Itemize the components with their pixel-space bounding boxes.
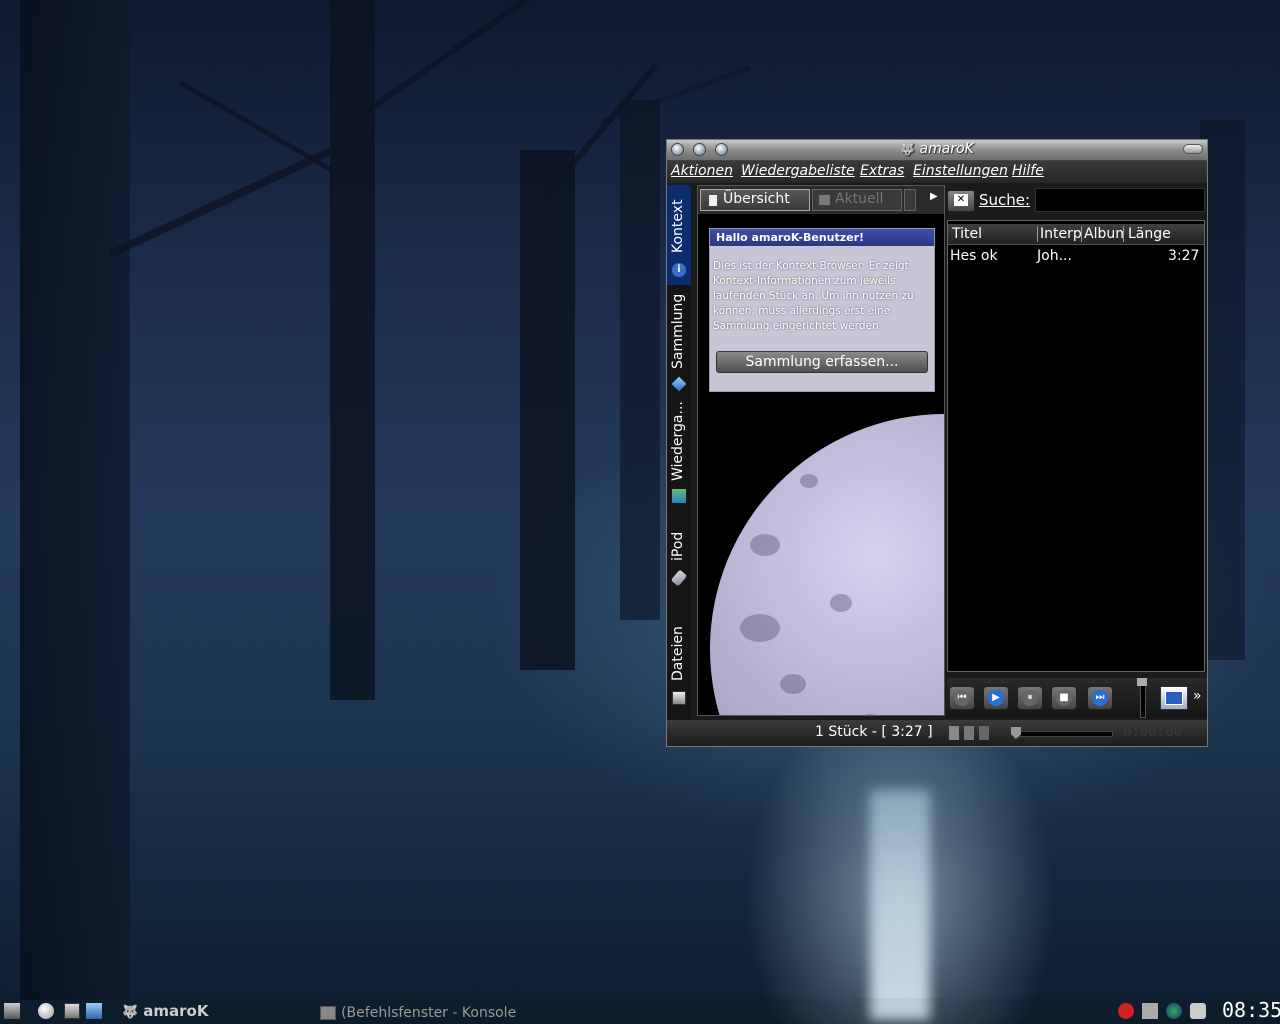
sidetab-label: Kontext bbox=[670, 199, 686, 253]
menu-extras[interactable]: Extras bbox=[860, 163, 904, 179]
collect-collection-button[interactable]: Sammlung erfassen... bbox=[716, 351, 928, 373]
next-button[interactable]: ⏭ bbox=[1087, 686, 1113, 710]
alert-icon[interactable] bbox=[1118, 1003, 1134, 1019]
menu-aktionen[interactable]: Aktionen bbox=[671, 163, 733, 179]
position-slider[interactable] bbox=[1011, 727, 1113, 739]
time-display[interactable]: 0:00:00 bbox=[1123, 724, 1182, 740]
files-icon bbox=[672, 691, 686, 705]
pause-button[interactable]: ⏸ bbox=[1017, 686, 1043, 710]
row-title: Hes ok bbox=[950, 248, 998, 264]
sidetab-wiedergabeliste[interactable]: Wiederga... bbox=[667, 401, 691, 511]
sidetab-dateien[interactable]: Dateien bbox=[667, 619, 691, 719]
network-icon[interactable] bbox=[86, 1003, 102, 1019]
amarok-tray-icon[interactable] bbox=[1190, 1003, 1206, 1019]
playlist-header: Titel Interp Album Länge bbox=[948, 224, 1204, 245]
search-input[interactable] bbox=[1035, 188, 1205, 212]
globe-icon[interactable] bbox=[38, 1003, 54, 1019]
sidetab-ipod[interactable]: iPod bbox=[667, 515, 691, 615]
menu-hilfe[interactable]: Hilfe bbox=[1012, 163, 1044, 179]
welcome-text: Dies ist der Kontext-Browser: Er zeigt K… bbox=[713, 260, 914, 332]
current-track-icon bbox=[819, 195, 830, 205]
column-artist[interactable]: Interp bbox=[1040, 226, 1082, 242]
sidetab-label: Dateien bbox=[670, 626, 686, 681]
sidetab-label: Wiederga... bbox=[670, 401, 686, 481]
volume-slider[interactable] bbox=[1137, 678, 1147, 718]
amarok-wolf-icon: 🐺 bbox=[122, 1005, 139, 1020]
playlist-folder-icon bbox=[672, 489, 686, 503]
next-icon: ⏭ bbox=[1092, 690, 1108, 706]
volume-handle[interactable] bbox=[1137, 678, 1147, 686]
info-icon: i bbox=[672, 263, 686, 277]
sidetab-sammlung[interactable]: Sammlung bbox=[667, 289, 691, 397]
playlist[interactable]: Titel Interp Album Länge Hes ok Joh... 3… bbox=[947, 220, 1205, 672]
title-bar[interactable]: 🐺 amaroK bbox=[667, 140, 1207, 161]
menu-wiedergabeliste[interactable]: Wiedergabeliste bbox=[741, 163, 855, 179]
context-browser: Übersicht Aktuell ▶ Hallo amaroK-Benutze… bbox=[697, 185, 945, 716]
welcome-box: Hallo amaroK-Benutzer! Dies ist der Kont… bbox=[709, 228, 935, 392]
window-icon bbox=[1165, 691, 1183, 705]
konsole-icon bbox=[320, 1005, 336, 1020]
document-icon bbox=[709, 195, 717, 206]
sidetab-label: Sammlung bbox=[670, 293, 686, 369]
menu-einstellungen[interactable]: Einstellungen bbox=[913, 163, 1008, 179]
menu-bar: Aktionen Wiedergabeliste Extras Einstell… bbox=[667, 161, 1207, 183]
player-controls: ⏮ ▶ ⏸ ■ ⏭ » bbox=[947, 678, 1207, 718]
sidetab-kontext[interactable]: Kontext i bbox=[667, 185, 691, 285]
taskbar-item-amarok[interactable]: 🐺 amaroK bbox=[122, 1001, 208, 1021]
clear-icon: ✕ bbox=[954, 194, 968, 206]
amarok-wolf-icon: 🐺 bbox=[900, 142, 916, 156]
tracks-status: 1 Stück - [ 3:27 ] bbox=[815, 724, 933, 740]
window-title: 🐺 amaroK bbox=[900, 141, 974, 157]
column-length[interactable]: Länge bbox=[1128, 226, 1202, 242]
window-shade-button[interactable] bbox=[1183, 144, 1203, 154]
play-button[interactable]: ▶ bbox=[983, 686, 1009, 710]
status-icons bbox=[949, 726, 993, 740]
previous-icon: ⏮ bbox=[954, 690, 970, 706]
tab-overflow[interactable] bbox=[904, 189, 916, 211]
collection-cube-icon bbox=[671, 376, 687, 392]
search-bar: ✕ Suche: bbox=[947, 186, 1207, 214]
column-title[interactable]: Titel bbox=[952, 226, 1038, 242]
row-artist: Joh... bbox=[1037, 248, 1072, 264]
amarok-window[interactable]: 🐺 amaroK Aktionen Wiedergabeliste Extras… bbox=[666, 139, 1208, 747]
more-actions-icon[interactable]: » bbox=[1193, 688, 1202, 704]
welcome-heading: Hallo amaroK-Benutzer! bbox=[710, 229, 934, 246]
taskbar: 🐺 amaroK (Befehlsfenster - Konsole 08:35 bbox=[0, 998, 1280, 1024]
kde-menu-icon[interactable] bbox=[4, 1003, 20, 1019]
wireless-icon[interactable] bbox=[1166, 1003, 1182, 1019]
tab-uebersicht[interactable]: Übersicht bbox=[700, 189, 810, 211]
context-tabs: Übersicht Aktuell ▶ bbox=[698, 186, 944, 214]
playlist-window-button[interactable] bbox=[1160, 686, 1188, 710]
pause-icon: ⏸ bbox=[1022, 690, 1038, 706]
stop-icon: ■ bbox=[1056, 690, 1072, 706]
browser-side-tabs: Kontext i Sammlung Wiederga... iPod Date… bbox=[667, 185, 691, 721]
previous-button[interactable]: ⏮ bbox=[949, 686, 975, 710]
stop-button[interactable]: ■ bbox=[1051, 686, 1077, 710]
search-label: Suche: bbox=[979, 191, 1031, 209]
position-handle[interactable] bbox=[1011, 727, 1021, 739]
konsole-icon[interactable] bbox=[64, 1003, 80, 1019]
taskbar-item-konsole[interactable]: (Befehlsfenster - Konsole bbox=[320, 1002, 516, 1022]
row-length: 3:27 bbox=[1168, 248, 1200, 264]
column-album[interactable]: Album bbox=[1084, 226, 1124, 242]
sidetab-label: iPod bbox=[670, 531, 686, 561]
play-icon: ▶ bbox=[988, 690, 1004, 706]
tab-aktuell[interactable]: Aktuell bbox=[812, 189, 902, 211]
clock[interactable]: 08:35 bbox=[1222, 998, 1280, 1022]
clear-search-button[interactable]: ✕ bbox=[947, 190, 975, 212]
ipod-icon bbox=[670, 569, 688, 587]
status-bar: 1 Stück - [ 3:27 ] 0:00:00 bbox=[667, 720, 1207, 746]
network-status-icon[interactable] bbox=[1142, 1003, 1158, 1019]
tab-scroll-right-button[interactable]: ▶ bbox=[930, 191, 938, 202]
